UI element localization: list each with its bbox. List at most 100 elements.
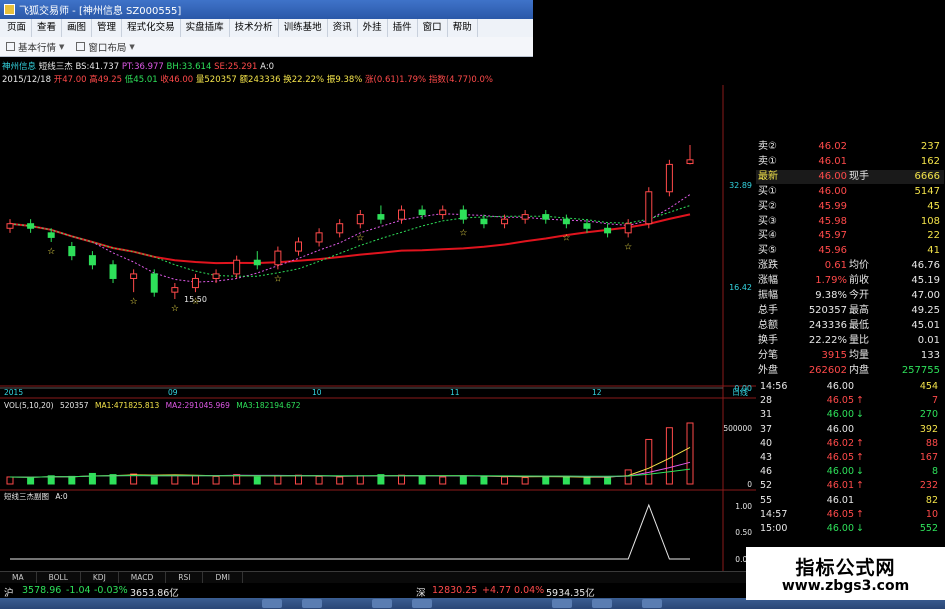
tab-boll[interactable]: BOLL — [37, 572, 81, 583]
subchart-title-line: 短线三杰副图 A:0 — [4, 491, 68, 501]
menu-item-window[interactable]: 窗口 — [418, 19, 448, 37]
date-tick-label: 2015 — [4, 388, 23, 397]
tick-volume: 7 — [931, 395, 938, 407]
stat-row: 外盘 262602 内盘 257755 — [756, 364, 944, 378]
stat-label: 外盘 — [758, 364, 778, 376]
menu-item-training[interactable]: 训练基地 — [279, 19, 328, 37]
volume-bar — [459, 475, 467, 485]
latest-label: 最新 — [758, 170, 778, 182]
tick-volume: 270 — [919, 409, 938, 421]
taskbar-app-icon[interactable] — [262, 599, 282, 608]
tab-dmi[interactable]: DMI — [203, 572, 243, 583]
candle-body — [6, 223, 14, 229]
volume-ma2: MA2:291045.969 — [166, 401, 230, 410]
taskbar-app-icon[interactable] — [592, 599, 612, 608]
indicator-a: A:0 — [260, 62, 275, 72]
layout-icon — [76, 42, 86, 51]
stat-value: 262602 — [808, 364, 847, 376]
tick-row: 28 46.05 ↑ 7 — [756, 394, 944, 407]
menu-item-plugin-ext[interactable]: 外挂 — [358, 19, 388, 37]
bid-row: 买④ 45.97 22 — [756, 229, 944, 243]
tick-price: 46.00 — [826, 523, 854, 534]
tick-volume: 8 — [931, 466, 938, 478]
menu-item-tech-analysis[interactable]: 技术分析 — [230, 19, 279, 37]
date-tick-label: 09 — [168, 388, 178, 397]
chart-area[interactable]: 32.89 16.42 0.00 2015 09 10 11 12 日线 ☆☆☆… — [0, 85, 756, 571]
tab-macd[interactable]: MACD — [119, 572, 167, 583]
volume-bar — [501, 476, 509, 485]
menu-item-manage[interactable]: 管理 — [92, 19, 123, 37]
tick-time: 46 — [760, 466, 773, 478]
arrow-up-icon: ↑ — [856, 437, 864, 449]
stat-row: 涨幅 1.79% 前收 45.19 — [756, 274, 944, 288]
taskbar-app-icon[interactable] — [302, 599, 322, 608]
sh-pct: -0.03% — [94, 585, 128, 596]
volume-bar — [562, 476, 570, 485]
menu-item-program-trading[interactable]: 程式化交易 — [122, 19, 181, 37]
volume-bar — [6, 476, 14, 485]
taskbar-app-icon[interactable] — [412, 599, 432, 608]
menu-item-help[interactable]: 帮助 — [448, 19, 478, 37]
candle-body — [274, 250, 282, 266]
stat-value: 243336 — [808, 319, 847, 331]
volume-bar — [418, 475, 426, 485]
menu-item-page[interactable]: 页面 — [2, 19, 33, 37]
volume-value: 520357 — [60, 401, 89, 410]
signal-star-icon: ☆ — [274, 274, 282, 284]
candle-body — [130, 273, 138, 279]
taskbar-app-icon[interactable] — [552, 599, 572, 608]
candle-body — [418, 209, 426, 216]
taskbar-app-icon[interactable] — [372, 599, 392, 608]
bar-volume: 量520357 — [195, 75, 237, 85]
stat-row: 涨跌 0.61 均价 46.76 — [756, 259, 944, 273]
tick-list[interactable]: 14:56 46.00 454 28 46.05 ↑ 7 31 46.00 ↓ 270 37 46.00… — [756, 380, 944, 550]
tab-ma[interactable]: MA — [0, 572, 37, 583]
tick-row: 40 46.02 ↑ 88 — [756, 437, 944, 450]
tick-row: 14:56 46.00 454 — [756, 380, 944, 393]
signal-star-icon: ☆ — [624, 242, 632, 252]
candle-body — [212, 273, 220, 279]
menu-item-live-trading[interactable]: 实盘插库 — [181, 19, 230, 37]
subchart-y-label: 1.00 — [735, 502, 752, 511]
tick-volume: 552 — [919, 523, 938, 534]
menu-item-news[interactable]: 资讯 — [328, 19, 358, 37]
menu-item-view[interactable]: 查看 — [32, 19, 63, 37]
volume-bar — [171, 474, 179, 485]
tab-rsi[interactable]: RSI — [166, 572, 204, 583]
bid-label: 买① — [758, 185, 777, 197]
stat-label: 涨幅 — [758, 275, 778, 287]
tick-row: 14:57 46.05 ↑ 10 — [756, 508, 944, 521]
volume-bar — [542, 475, 550, 485]
bid-row: 买⑤ 45.96 41 — [756, 244, 944, 258]
stat-value: 45.19 — [911, 275, 940, 287]
menu-item-draw[interactable]: 画图 — [62, 19, 93, 37]
tab-kdj[interactable]: KDJ — [81, 572, 119, 583]
stat-value: 3915 — [821, 349, 847, 361]
tick-time: 40 — [760, 437, 773, 449]
period-label: 日线 — [732, 387, 748, 397]
candle-body — [542, 214, 550, 220]
tick-volume: 232 — [919, 480, 938, 492]
signal-star-icon: ☆ — [130, 297, 138, 307]
stat-row: 总额 243336 最低 45.01 — [756, 319, 944, 333]
stat-value: 47.00 — [911, 290, 940, 301]
tick-price: 46.00 — [826, 466, 854, 478]
taskbar-app-icon[interactable] — [642, 599, 662, 608]
ma-long-line — [9, 213, 691, 265]
candle-body — [109, 264, 117, 279]
signal-star-icon: ☆ — [356, 233, 364, 243]
window-title: 飞狐交易师 - [神州信息 SZ000555] — [19, 6, 182, 17]
arrow-up-icon: ↑ — [856, 395, 864, 407]
basic-quote-button[interactable]: 基本行情 ▼ — [6, 40, 64, 54]
signal-star-icon: ☆ — [562, 233, 570, 243]
tick-volume: 10 — [925, 508, 938, 520]
window-layout-button[interactable]: 窗口布局 ▼ — [76, 40, 135, 54]
ask-price: 46.01 — [818, 155, 847, 167]
menu-item-plugins[interactable]: 插件 — [388, 19, 418, 37]
sh-amount: 3653.86亿 — [130, 588, 179, 599]
tick-price: 46.00 — [826, 409, 854, 421]
bar-close: 收46.00 — [160, 75, 194, 85]
tick-row: 46 46.00 ↓ 8 — [756, 465, 944, 478]
tick-price: 46.05 — [826, 395, 854, 407]
app-icon — [4, 4, 15, 15]
